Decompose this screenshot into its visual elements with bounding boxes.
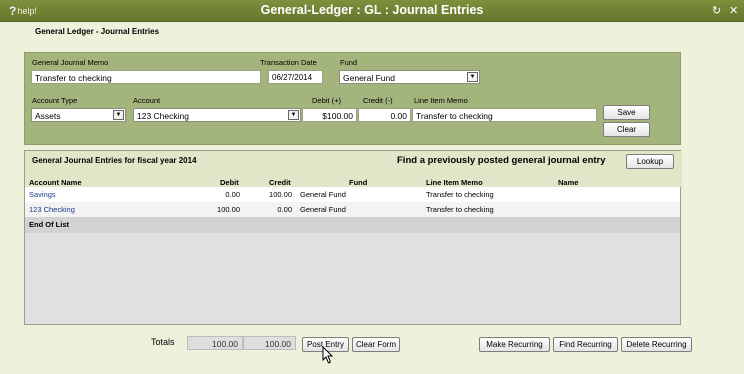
col-debit: Debit: [220, 178, 239, 187]
row-fund: General Fund: [300, 205, 346, 214]
row-account-name[interactable]: Savings: [29, 190, 56, 199]
totals-label: Totals: [151, 337, 175, 347]
row-debit: 0.00: [225, 190, 240, 199]
account-type-label: Account Type: [32, 96, 78, 105]
debit-label: Debit (+): [312, 96, 341, 105]
journal-entries-grid: General Journal Entries for fiscal year …: [24, 150, 682, 325]
table-row[interactable]: 123 Checking 100.00 0.00 General Fund Tr…: [25, 202, 680, 217]
fund-select[interactable]: General Fund ▼: [339, 70, 480, 84]
find-entry-text: Find a previously posted general journal…: [397, 155, 606, 166]
credit-label: Credit (-): [363, 96, 393, 105]
table-row[interactable]: Savings 0.00 100.00 General Fund Transfe…: [25, 187, 680, 202]
account-type-value: Assets: [35, 111, 61, 121]
account-label: Account: [133, 96, 161, 105]
dropdown-arrow-icon: ▼: [113, 110, 124, 120]
close-icon[interactable]: ✕: [729, 4, 738, 17]
account-type-select[interactable]: Assets ▼: [31, 108, 126, 122]
grid-header: General Journal Entries for fiscal year …: [25, 151, 682, 187]
title-bar: ? help! General-Ledger : GL : Journal En…: [0, 0, 744, 22]
refresh-icon[interactable]: ↻: [712, 4, 721, 17]
row-fund: General Fund: [300, 190, 346, 199]
page-title: General Ledger - Journal Entries: [35, 27, 160, 36]
make-recurring-button[interactable]: Make Recurring: [479, 337, 550, 352]
credit-input[interactable]: 0.00: [358, 108, 411, 122]
row-credit: 100.00: [269, 190, 292, 199]
date-input[interactable]: 06/27/2014: [268, 70, 323, 84]
lookup-button[interactable]: Lookup: [626, 154, 674, 169]
clear-button[interactable]: Clear: [603, 122, 650, 137]
memo-label: General Journal Memo: [32, 58, 109, 67]
end-of-list-label: End Of List: [29, 220, 69, 229]
account-select[interactable]: 123 Checking ▼: [133, 108, 301, 122]
row-account-name[interactable]: 123 Checking: [29, 205, 75, 214]
account-value: 123 Checking: [137, 111, 189, 121]
col-line-item-memo: Line Item Memo: [426, 178, 483, 187]
find-recurring-button[interactable]: Find Recurring: [553, 337, 618, 352]
grid-title: General Journal Entries for fiscal year …: [32, 156, 197, 165]
row-credit: 0.00: [277, 205, 292, 214]
window-title: General-Ledger : GL : Journal Entries: [260, 3, 484, 17]
row-line-memo: Transfer to checking: [426, 190, 494, 199]
col-fund: Fund: [349, 178, 368, 187]
col-account-name: Account Name: [29, 178, 82, 187]
dropdown-arrow-icon: ▼: [288, 110, 299, 120]
clear-form-button[interactable]: Clear Form: [352, 337, 400, 352]
debit-input[interactable]: $100.00: [302, 108, 357, 122]
col-name: Name: [558, 178, 579, 187]
dropdown-arrow-icon: ▼: [467, 72, 478, 82]
save-button[interactable]: Save: [603, 105, 650, 120]
row-line-memo: Transfer to checking: [426, 205, 494, 214]
total-debit: 100.00: [187, 336, 243, 350]
fund-label: Fund: [340, 58, 358, 67]
row-debit: 100.00: [217, 205, 240, 214]
delete-recurring-button[interactable]: Delete Recurring: [621, 337, 692, 352]
line-memo-label: Line Item Memo: [414, 96, 468, 105]
date-label: Transaction Date: [260, 58, 317, 67]
col-credit: Credit: [269, 178, 291, 187]
memo-input[interactable]: Transfer to checking: [31, 70, 261, 84]
fund-value: General Fund: [343, 73, 395, 83]
mouse-cursor-icon: [322, 346, 334, 364]
line-memo-input[interactable]: Transfer to checking: [412, 108, 597, 122]
total-credit: 100.00: [243, 336, 296, 350]
entry-form-panel: General Journal Memo Transfer to checkin…: [24, 52, 681, 145]
list-end-row: End Of List: [25, 217, 680, 233]
